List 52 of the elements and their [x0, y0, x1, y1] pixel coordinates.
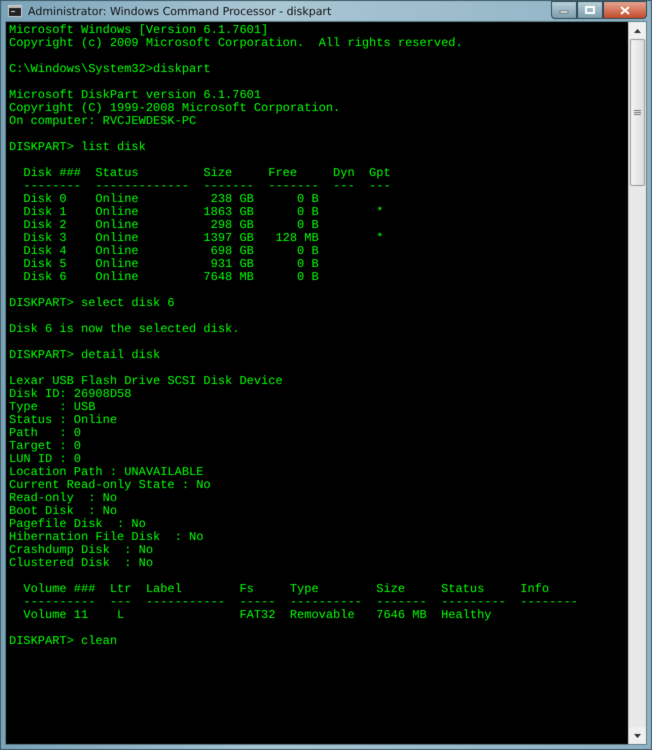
console-line: Type : USB	[9, 401, 96, 414]
grip-icon	[634, 110, 641, 116]
console-line: Disk 3 Online 1397 GB 128 MB *	[22, 232, 384, 245]
console-line: Path : 0	[9, 427, 82, 440]
console-line: C:\Windows\System32>diskpart	[9, 63, 211, 76]
scrollbar[interactable]	[628, 22, 646, 744]
console-line: -------- ------------- ------- ------- --- ---	[22, 180, 391, 193]
console-line: DISKPART> select disk 6	[9, 297, 175, 310]
maximize-button[interactable]	[577, 1, 603, 19]
console-line: Volume ### Ltr Label Fs Type Size Status Info	[22, 583, 550, 596]
console-line: Lexar USB Flash Drive SCSI Disk Device	[9, 375, 283, 388]
console-line: Copyright (C) 1999-2008 Microsoft Corporation.	[9, 102, 340, 115]
console-line: Hibernation File Disk : No	[9, 531, 204, 544]
close-button[interactable]	[603, 1, 647, 19]
console-line: Crashdump Disk : No	[9, 544, 154, 557]
window-title: Administrator: Windows Command Processor - diskpart	[28, 4, 332, 18]
scroll-up-button[interactable]	[629, 22, 646, 39]
console-line: Volume 11 L FAT32 Removable 7646 MB Healthy	[22, 609, 492, 622]
console-line: Disk 0 Online 238 GB 0 B	[22, 193, 319, 206]
console-line: Microsoft DiskPart version 6.1.7601	[9, 89, 262, 102]
console-line: Disk ### Status Size Free Dyn Gpt	[22, 167, 391, 180]
console-line: Disk 6 Online 7648 MB 0 B	[22, 271, 319, 284]
up-arrow-icon	[634, 28, 641, 32]
console-line: Microsoft Windows [Version 6.1.7601]	[9, 24, 268, 37]
console-line: Disk 1 Online 1863 GB 0 B *	[22, 206, 384, 219]
console-line: Clustered Disk : No	[9, 557, 154, 570]
console-line: Status : Online	[9, 414, 118, 427]
console-line: Target : 0	[9, 440, 82, 453]
scroll-down-button[interactable]	[629, 727, 646, 744]
console-line: ---------- --- ----------- ----- ---------- ------- --------- --------	[22, 596, 578, 609]
console-line: DISKPART> clean	[9, 635, 118, 648]
console-line: Disk 2 Online 298 GB 0 B	[22, 219, 319, 232]
minimize-button[interactable]	[551, 1, 577, 19]
console-line: Disk 4 Online 698 GB 0 B	[22, 245, 319, 258]
console-line: On computer: RVCJEWDESK-PC	[9, 115, 196, 128]
console-line: LUN ID : 0	[9, 453, 82, 466]
console-line: Location Path : UNAVAILABLE	[9, 466, 204, 479]
console-line: Disk 5 Online 931 GB 0 B	[22, 258, 319, 271]
maximize-icon	[585, 6, 595, 14]
console-line: Disk ID: 26908D58	[9, 388, 132, 401]
close-icon	[620, 6, 630, 14]
console-line: DISKPART> detail disk	[9, 349, 160, 362]
console-icon	[8, 5, 22, 17]
scroll-thumb[interactable]	[630, 39, 645, 186]
down-arrow-icon	[634, 734, 641, 738]
console-line: DISKPART> list disk	[9, 141, 146, 154]
console-line: Read-only : No	[9, 492, 118, 505]
console-line: Current Read-only State : No	[9, 479, 211, 492]
console-line: Boot Disk : No	[9, 505, 118, 518]
console-line: Copyright (c) 2009 Microsoft Corporation. All rights reserved.	[9, 37, 463, 50]
console-line: Pagefile Disk : No	[9, 518, 146, 531]
console-line: Disk 6 is now the selected disk.	[9, 323, 240, 336]
